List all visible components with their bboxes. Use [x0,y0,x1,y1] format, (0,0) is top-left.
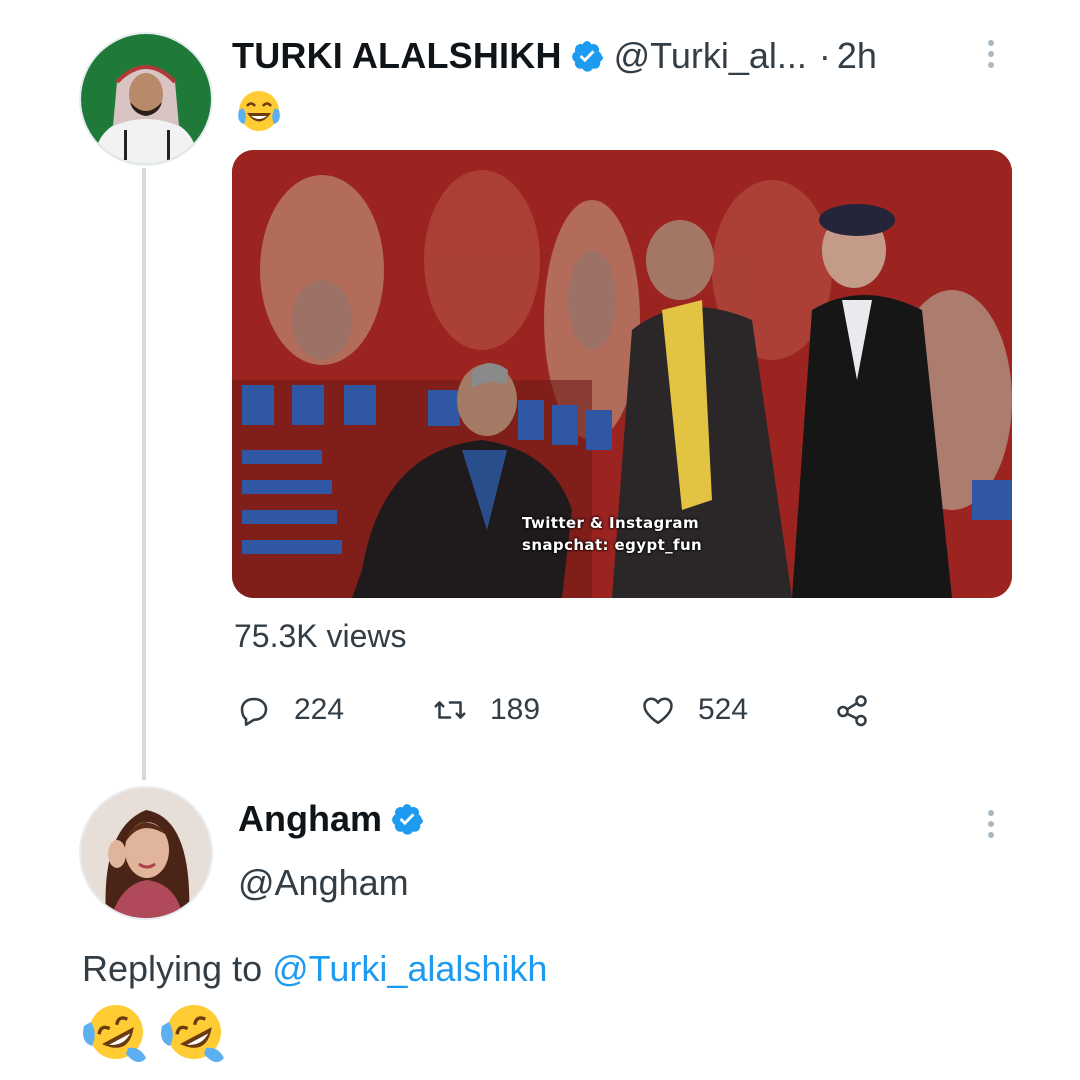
watermark-line-1: Twitter & Instagram [522,514,699,532]
author-name[interactable]: TURKI ALALSHIKH [232,35,562,77]
replying-to-line: Replying to @Turki_alalshikh [82,948,547,990]
face-with-tears-of-joy-icon [238,91,280,131]
verified-badge-icon [571,41,603,72]
tweet-timestamp[interactable]: 2h [837,35,877,77]
tweet-action-bar: 224 189 524 [236,688,896,732]
rolling-on-the-floor-laughing-icon [161,1005,224,1063]
tweet-header: TURKI ALALSHIKH @Turki_al... · 2h [232,30,877,82]
separator-dot: · [818,35,831,76]
watermark-line-2: snapchat: egypt_fun [522,536,703,554]
tweet-thread-screenshot: TURKI ALALSHIKH @Turki_al... · 2h Twitte… [0,0,1080,1080]
replying-prefix: Replying to [82,948,263,989]
video-watermark: Twitter & Instagram snapchat: egypt_fun [522,512,702,556]
retweet-count: 189 [490,693,541,726]
avatar-turki[interactable] [79,32,213,166]
reply-header: Angham [238,798,434,840]
reply-count: 224 [294,693,345,726]
rolling-on-the-floor-laughing-icon [83,1005,146,1063]
reply-author-name[interactable]: Angham [238,798,382,840]
retweet-icon [434,701,466,719]
like-count: 524 [698,693,749,726]
comment-bubble-icon [240,697,268,726]
avatar-angham[interactable] [79,786,213,920]
more-vertical-icon[interactable] [988,810,994,838]
heart-icon [643,697,673,725]
reply-text [80,996,230,1068]
reply-author-handle[interactable]: @Angham [238,862,409,904]
tweet-video-media[interactable]: Twitter & Instagram snapchat: egypt_fun [232,150,1012,598]
thread-connector-line [142,168,146,780]
view-count: 75.3K views [234,618,407,654]
replying-mention-link[interactable]: @Turki_alalshikh [272,948,547,989]
share-nodes-icon [837,695,867,727]
author-handle[interactable]: @Turki_al... [614,35,807,77]
share-button[interactable] [834,688,870,732]
reply-button[interactable]: 224 [236,688,344,732]
verified-badge-icon [392,804,424,835]
retweet-button[interactable]: 189 [432,688,540,732]
more-vertical-icon[interactable] [988,40,994,68]
like-button[interactable]: 524 [640,688,748,732]
